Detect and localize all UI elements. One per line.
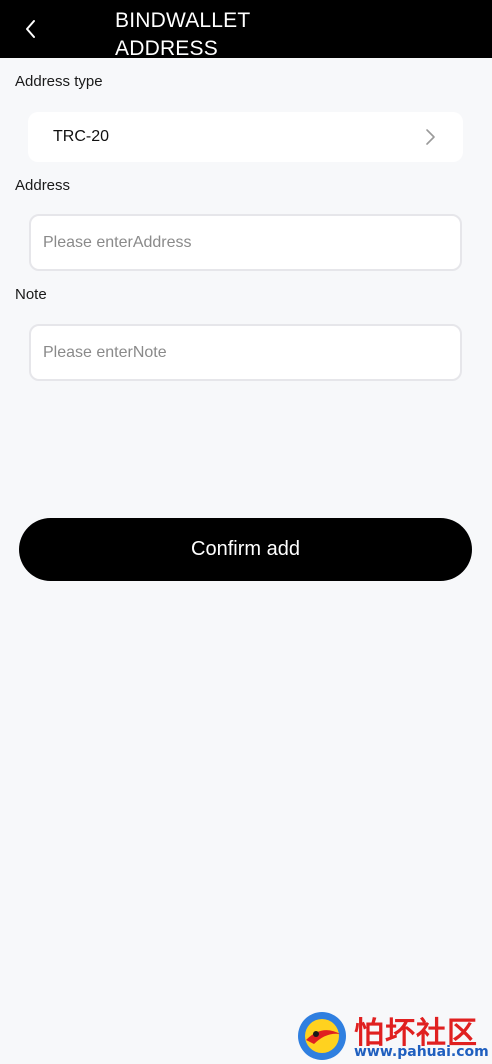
address-type-select[interactable]: TRC-20 — [28, 112, 463, 162]
back-button[interactable] — [14, 12, 48, 46]
watermark-url: www.pahuai.com — [354, 1044, 489, 1060]
address-label: Address — [15, 177, 71, 194]
note-input[interactable] — [29, 324, 462, 381]
watermark: 怕坏社区 www.pahuai.com — [296, 1008, 489, 1062]
address-type-value: TRC-20 — [53, 128, 110, 145]
bind-wallet-screen: BINDWALLET ADDRESS Address type TRC-20 A… — [0, 0, 492, 1064]
page-title: BINDWALLET ADDRESS — [115, 9, 251, 60]
confirm-add-button[interactable]: Confirm add — [19, 518, 472, 581]
watermark-logo-icon — [298, 1012, 346, 1060]
chevron-left-icon — [26, 20, 35, 38]
chevron-right-icon — [426, 129, 435, 145]
top-bar: BINDWALLET ADDRESS — [0, 0, 492, 60]
note-label: Note — [15, 286, 47, 303]
address-type-label: Address type — [15, 73, 103, 90]
address-input[interactable] — [29, 214, 462, 271]
